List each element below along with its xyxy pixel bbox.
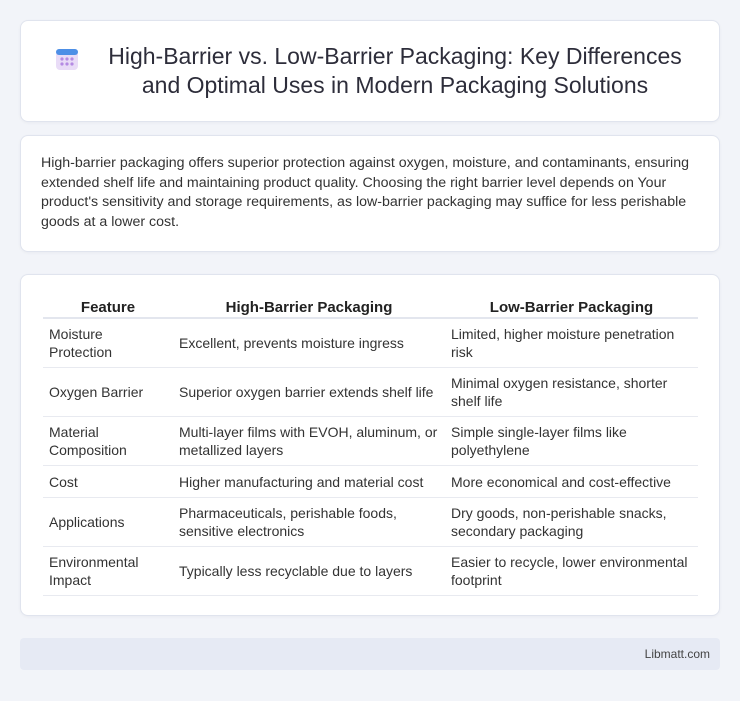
column-header-feature: Feature	[43, 297, 173, 319]
feature-cell: Moisture Protection	[43, 319, 173, 368]
feature-cell: Material Composition	[43, 417, 173, 466]
table-header-row: Feature High-Barrier Packaging Low-Barri…	[43, 297, 698, 319]
page-title: High-Barrier vs. Low-Barrier Packaging: …	[108, 43, 682, 98]
high-barrier-cell: Pharmaceuticals, perishable foods, sensi…	[173, 498, 445, 547]
feature-cell: Applications	[43, 498, 173, 547]
high-barrier-cell: Excellent, prevents moisture ingress	[173, 319, 445, 368]
table-row: Oxygen Barrier Superior oxygen barrier e…	[43, 368, 698, 417]
table-row: Applications Pharmaceuticals, perishable…	[43, 498, 698, 547]
feature-cell: Cost	[43, 466, 173, 498]
intro-paragraph: High-barrier packaging offers superior p…	[41, 155, 689, 230]
feature-cell: Environmental Impact	[43, 547, 173, 596]
feature-cell: Oxygen Barrier	[43, 368, 173, 417]
title-card: High-Barrier vs. Low-Barrier Packaging: …	[20, 20, 720, 122]
low-barrier-cell: More economical and cost-effective	[445, 466, 698, 498]
low-barrier-cell: Simple single-layer films like polyethyl…	[445, 417, 698, 466]
intro-card: High-barrier packaging offers superior p…	[20, 135, 720, 252]
column-header-high-barrier: High-Barrier Packaging	[173, 297, 445, 319]
low-barrier-cell: Limited, higher moisture penetration ris…	[445, 319, 698, 368]
footer-site-link[interactable]: Libmatt.com	[645, 647, 710, 661]
footer-bar: Libmatt.com	[20, 638, 720, 670]
table-row: Environmental Impact Typically less recy…	[43, 547, 698, 596]
table-row: Moisture Protection Excellent, prevents …	[43, 319, 698, 368]
comparison-card: Feature High-Barrier Packaging Low-Barri…	[20, 274, 720, 616]
title-row: High-Barrier vs. Low-Barrier Packaging: …	[53, 42, 693, 100]
low-barrier-cell: Easier to recycle, lower environmental f…	[445, 547, 698, 596]
low-barrier-cell: Minimal oxygen resistance, shorter shelf…	[445, 368, 698, 417]
high-barrier-cell: Multi-layer films with EVOH, aluminum, o…	[173, 417, 445, 466]
high-barrier-cell: Higher manufacturing and material cost	[173, 466, 445, 498]
comparison-table: Feature High-Barrier Packaging Low-Barri…	[43, 297, 698, 596]
table-row: Material Composition Multi-layer films w…	[43, 417, 698, 466]
column-header-low-barrier: Low-Barrier Packaging	[445, 297, 698, 319]
table-row: Cost Higher manufacturing and material c…	[43, 466, 698, 498]
low-barrier-cell: Dry goods, non-perishable snacks, second…	[445, 498, 698, 547]
high-barrier-cell: Typically less recyclable due to layers	[173, 547, 445, 596]
calendar-grid-icon	[53, 45, 81, 73]
high-barrier-cell: Superior oxygen barrier extends shelf li…	[173, 368, 445, 417]
